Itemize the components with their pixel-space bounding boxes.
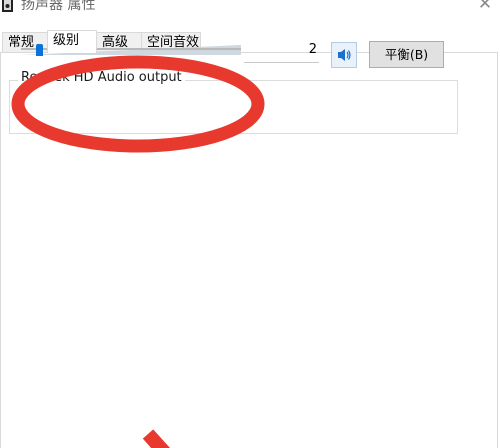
tab-levels-label: 级别 <box>53 33 80 48</box>
volume-value: 2 <box>308 42 317 57</box>
window-title: 扬声器 属性 <box>21 0 96 13</box>
title-bar: 扬声器 属性 ✕ <box>0 0 500 24</box>
levels-panel: Realtek HD Audio output <box>0 52 498 448</box>
tab-levels[interactable]: 级别 <box>47 30 97 53</box>
slider-thumb[interactable] <box>36 44 43 56</box>
volume-value-field[interactable]: 2 <box>244 41 319 63</box>
mute-button[interactable] <box>331 42 357 68</box>
speaker-icon <box>338 49 351 61</box>
device-label: Realtek HD Audio output <box>18 70 185 85</box>
balance-button[interactable]: 平衡(B) <box>369 41 444 68</box>
close-button[interactable]: ✕ <box>470 0 500 16</box>
speaker-properties-dialog: 扬声器 属性 ✕ 常规 级别 高级 空间音效 Realtek HD Audio … <box>0 0 500 448</box>
device-group: Realtek HD Audio output <box>9 70 458 134</box>
speaker-app-icon <box>2 0 13 12</box>
